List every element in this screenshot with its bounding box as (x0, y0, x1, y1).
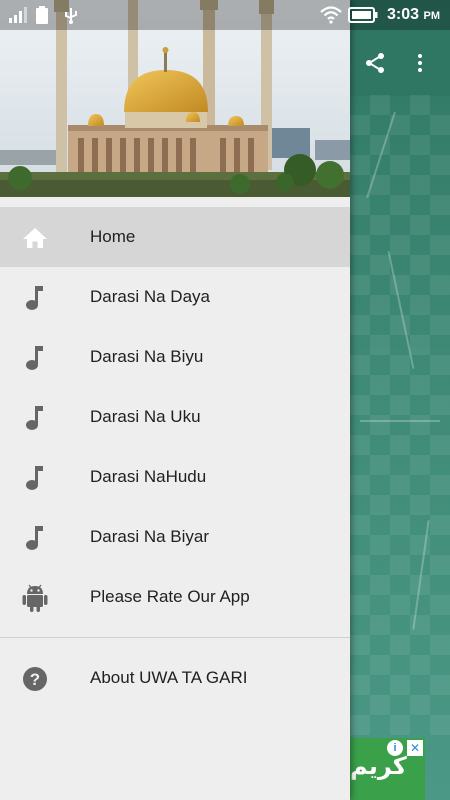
share-icon (366, 53, 384, 73)
overflow-menu-button[interactable] (403, 46, 437, 80)
status-time: 3:03 PM (387, 6, 440, 24)
wifi-icon (320, 6, 342, 24)
ad-banner[interactable]: كريم i ✕ (350, 738, 425, 800)
signal-icon (9, 7, 27, 23)
status-time-ampm: PM (423, 10, 441, 22)
music-note-icon (22, 525, 48, 551)
menu-item-rate-app[interactable]: Please Rate Our App (0, 567, 350, 627)
svg-text:?: ? (30, 670, 40, 689)
home-icon (22, 225, 48, 251)
help-icon: ? (22, 666, 48, 692)
menu-item-darasi-na-biyar[interactable]: Darasi Na Biyar (0, 507, 350, 567)
ad-info-icon[interactable]: i (387, 740, 403, 756)
menu-item-label: Darasi Na Daya (90, 287, 210, 306)
battery-small-icon (36, 6, 48, 24)
menu-item-home[interactable]: Home (0, 207, 350, 267)
drawer-menu: Home Darasi Na Daya Darasi Na Biyu Daras… (0, 207, 350, 708)
menu-item-label: Please Rate Our App (90, 587, 250, 606)
share-button[interactable] (358, 46, 392, 80)
background-line (360, 420, 440, 422)
status-bar: 3:03 PM (0, 0, 450, 30)
menu-item-label: Home (90, 227, 136, 246)
menu-divider (0, 637, 350, 638)
menu-item-label: Darasi Na Biyar (90, 527, 210, 546)
music-note-icon (22, 465, 48, 491)
menu-item-darasi-na-uku[interactable]: Darasi Na Uku (0, 387, 350, 447)
navigation-drawer: Home Darasi Na Daya Darasi Na Biyu Daras… (0, 0, 350, 800)
overflow-menu-icon (418, 54, 422, 72)
menu-item-darasi-na-daya[interactable]: Darasi Na Daya (0, 267, 350, 327)
menu-item-label: Darasi Na Uku (90, 407, 201, 426)
music-note-icon (22, 345, 48, 371)
music-note-icon (22, 405, 48, 431)
ad-close-icon[interactable]: ✕ (407, 740, 423, 756)
android-icon (22, 584, 48, 612)
menu-item-about[interactable]: ? About UWA TA GARI (0, 648, 350, 708)
music-note-icon (22, 285, 48, 311)
menu-item-darasi-na-biyu[interactable]: Darasi Na Biyu (0, 327, 350, 387)
battery-icon (348, 7, 378, 23)
menu-item-label: About UWA TA GARI (90, 668, 248, 687)
background-pattern (350, 95, 450, 735)
ad-text: كريم (350, 752, 407, 780)
menu-item-darasi-nahudu[interactable]: Darasi NaHudu (0, 447, 350, 507)
status-time-value: 3:03 (387, 6, 420, 23)
menu-item-label: Darasi Na Biyu (90, 347, 204, 366)
usb-icon (65, 8, 77, 24)
menu-item-label: Darasi NaHudu (90, 467, 207, 486)
